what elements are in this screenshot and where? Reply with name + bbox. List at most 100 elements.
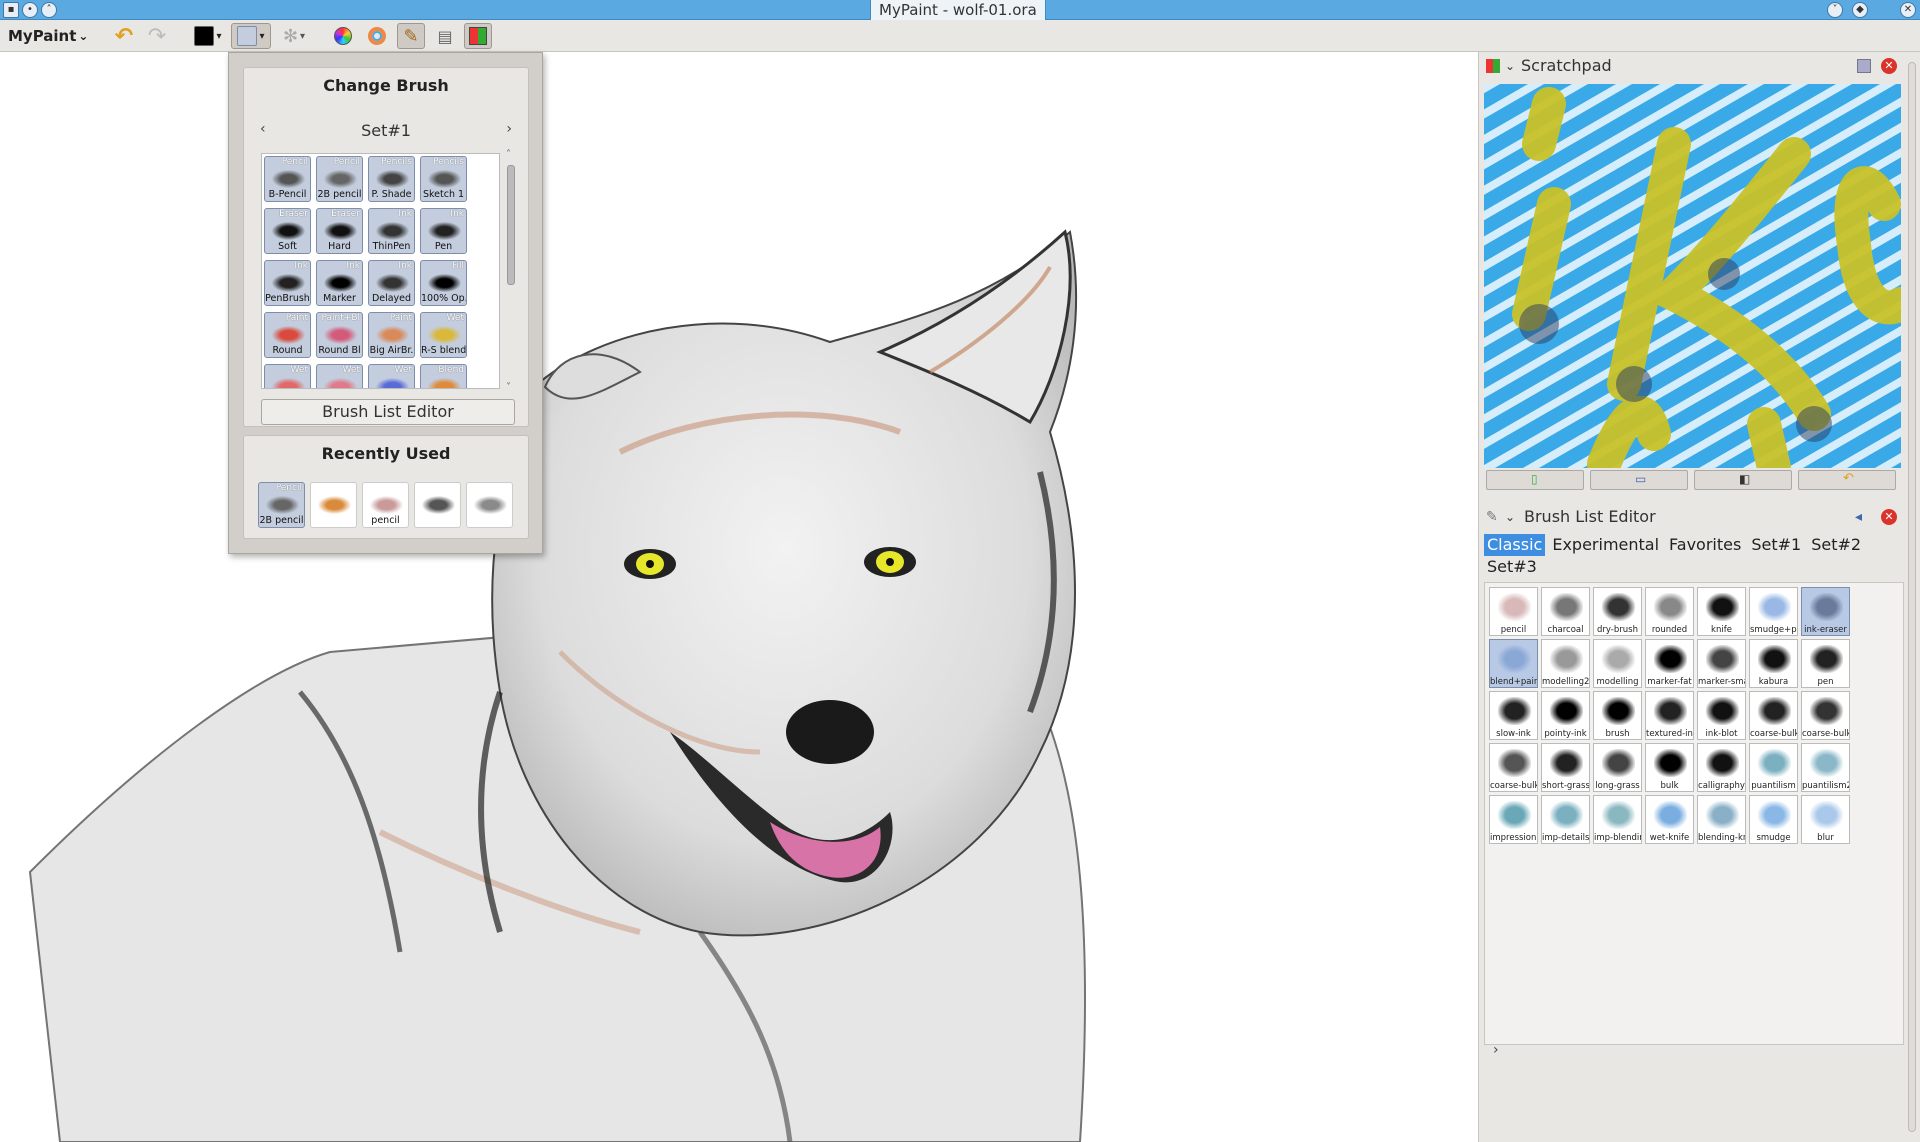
brush-group-tab[interactable]: Classic bbox=[1484, 534, 1546, 556]
brush-list-item[interactable]: rounded bbox=[1645, 587, 1694, 636]
brush-list-item[interactable]: textured-ink bbox=[1645, 691, 1694, 740]
brush-preset-cell[interactable]: Ink PenBrush bbox=[264, 260, 311, 306]
brush-list-item[interactable]: long-grass bbox=[1593, 743, 1642, 792]
scrollbar-thumb[interactable] bbox=[1908, 62, 1916, 1132]
brush-preset-cell[interactable]: Paint Big AirBr. bbox=[368, 312, 415, 358]
brush-list-item[interactable]: calligraphy bbox=[1697, 743, 1746, 792]
next-set-button[interactable]: › bbox=[506, 121, 512, 137]
brush-list-item[interactable]: slow-ink bbox=[1489, 691, 1538, 740]
brush-preset-cell[interactable]: Pencils P. Shade bbox=[368, 156, 415, 202]
brush-preset-cell[interactable]: Eraser Hard bbox=[316, 208, 363, 254]
brush-list-item[interactable]: marker-fat bbox=[1645, 639, 1694, 688]
brush-preset-cell[interactable]: Fill 100% Op. bbox=[420, 260, 467, 306]
brush-group-tab[interactable]: Set#3 bbox=[1484, 556, 1540, 578]
brush-list-item[interactable]: imp-details bbox=[1541, 795, 1590, 844]
brush-preset-cell[interactable]: Eraser Soft bbox=[264, 208, 311, 254]
scratchpad-revert-button[interactable]: ↶ bbox=[1798, 470, 1896, 490]
brush-preset-cell[interactable]: Blend bbox=[420, 364, 467, 388]
app-menu-button[interactable]: MyPaint ⌄ bbox=[8, 23, 88, 49]
hue-ring-button[interactable] bbox=[364, 23, 390, 49]
brush-list-item[interactable]: imp-blending bbox=[1593, 795, 1642, 844]
brush-list-item[interactable]: smudge+paint bbox=[1749, 587, 1798, 636]
brush-list-item[interactable]: ink-blot bbox=[1697, 691, 1746, 740]
brush-preset-cell[interactable]: Pencil B-Pencil bbox=[264, 156, 311, 202]
brush-list-item[interactable]: wet-knife bbox=[1645, 795, 1694, 844]
brush-list-item[interactable]: puantilism2 bbox=[1801, 743, 1850, 792]
brush-list-item[interactable]: pencil bbox=[1489, 587, 1538, 636]
scroll-up-icon[interactable]: ˄ bbox=[506, 149, 511, 160]
brush-preset-cell[interactable]: Pencils Sketch 1 bbox=[420, 156, 467, 202]
recent-brush-cell[interactable] bbox=[414, 482, 461, 528]
window-shade-icon[interactable]: • bbox=[22, 2, 38, 18]
layers-button[interactable]: ▤ bbox=[431, 23, 459, 49]
window-menu-icon[interactable]: ▪ bbox=[3, 2, 19, 18]
brush-settings-button[interactable]: ✻ ▾ bbox=[275, 23, 313, 49]
brush-preset-cell[interactable]: Ink Marker bbox=[316, 260, 363, 306]
brush-list-item[interactable]: knife bbox=[1697, 587, 1746, 636]
prev-set-button[interactable]: ‹ bbox=[260, 121, 266, 137]
recent-brush-cell[interactable]: Pencil 2B pencil bbox=[258, 482, 305, 528]
brush-list-item[interactable]: marker-small bbox=[1697, 639, 1746, 688]
brush-preset-cell[interactable]: Pencil 2B pencil bbox=[316, 156, 363, 202]
brush-list-item[interactable]: bulk bbox=[1645, 743, 1694, 792]
brush-group-tab[interactable]: Set#2 bbox=[1808, 534, 1864, 556]
brush-list-item[interactable]: blur bbox=[1801, 795, 1850, 844]
brush-list-editor-button[interactable]: Brush List Editor bbox=[261, 399, 515, 425]
drawing-canvas[interactable] bbox=[0, 52, 1478, 1142]
brush-list-item[interactable]: modelling2 bbox=[1541, 639, 1590, 688]
expander-button[interactable]: › bbox=[1493, 1042, 1499, 1058]
color-wheel-button[interactable] bbox=[330, 23, 356, 49]
brush-list-item[interactable]: brush bbox=[1593, 691, 1642, 740]
float-panel-icon[interactable] bbox=[1857, 59, 1871, 73]
brush-list-item[interactable]: pointy-ink bbox=[1541, 691, 1590, 740]
brush-group-tab[interactable]: Favorites bbox=[1666, 534, 1744, 556]
scratchpad-new-button[interactable]: ▯ bbox=[1486, 470, 1584, 490]
brush-preset-cell[interactable]: Wet bbox=[264, 364, 311, 388]
brush-list-item[interactable]: blend+paint bbox=[1489, 639, 1538, 688]
window-minimize-icon[interactable]: ˅ bbox=[1827, 2, 1843, 18]
brush-group-tab[interactable]: Set#1 bbox=[1748, 534, 1804, 556]
scroll-down-icon[interactable]: ˅ bbox=[506, 382, 511, 393]
chevron-down-icon[interactable]: ⌄ bbox=[1505, 505, 1515, 529]
scratchpad-toggle-button[interactable] bbox=[464, 23, 492, 49]
brush-list-item[interactable]: pen bbox=[1801, 639, 1850, 688]
brush-list-item[interactable]: kabura bbox=[1749, 639, 1798, 688]
brush-preset-cell[interactable]: Wet bbox=[316, 364, 363, 388]
undo-button[interactable]: ↶ bbox=[110, 23, 138, 49]
brush-list-item[interactable]: blending-knife bbox=[1697, 795, 1746, 844]
brush-list-item[interactable]: puantilism bbox=[1749, 743, 1798, 792]
brush-list-item[interactable]: ink-eraser bbox=[1801, 587, 1850, 636]
brush-list-item[interactable]: charcoal bbox=[1541, 587, 1590, 636]
brush-preset-cell[interactable]: Ink ThinPen bbox=[368, 208, 415, 254]
chevron-down-icon[interactable]: ⌄ bbox=[1505, 54, 1515, 78]
recent-brush-cell[interactable] bbox=[310, 482, 357, 528]
brush-preset-cell[interactable]: Wet bbox=[368, 364, 415, 388]
dock-panel-icon[interactable]: ◂ bbox=[1855, 505, 1862, 529]
scratchpad-save-button[interactable]: ◧ bbox=[1694, 470, 1792, 490]
recent-brush-cell[interactable] bbox=[466, 482, 513, 528]
window-keep-above-icon[interactable]: ˄ bbox=[41, 2, 57, 18]
brush-list-item[interactable]: coarse-bulk-2 bbox=[1801, 691, 1850, 740]
brush-preset-cell[interactable]: Wet R-S blend bbox=[420, 312, 467, 358]
brush-preset-cell[interactable]: Paint Round bbox=[264, 312, 311, 358]
redo-button[interactable]: ↷ bbox=[143, 23, 171, 49]
brush-list-item[interactable]: short-grass bbox=[1541, 743, 1590, 792]
scratchpad-open-button[interactable]: ▭ bbox=[1590, 470, 1688, 490]
brush-group-tab[interactable]: Experimental bbox=[1549, 534, 1662, 556]
brush-preset-cell[interactable]: Ink Pen bbox=[420, 208, 467, 254]
window-maximize-icon[interactable]: ◆ bbox=[1852, 2, 1868, 18]
window-close-icon[interactable]: ✕ bbox=[1900, 2, 1916, 18]
brush-list-item[interactable]: impressionism bbox=[1489, 795, 1538, 844]
brush-list-item[interactable]: smudge bbox=[1749, 795, 1798, 844]
close-icon[interactable]: ✕ bbox=[1881, 509, 1897, 525]
color-picker-button[interactable]: ▾ bbox=[188, 23, 228, 49]
brush-list-item[interactable]: coarse-bulk-1 bbox=[1489, 743, 1538, 792]
recent-brush-cell[interactable]: pencil bbox=[362, 482, 409, 528]
brush-list-item[interactable]: modelling bbox=[1593, 639, 1642, 688]
brush-preset-cell[interactable]: Paint+Bl Round Bl bbox=[316, 312, 363, 358]
scrollbar-thumb[interactable] bbox=[507, 165, 515, 285]
close-icon[interactable]: ✕ bbox=[1881, 58, 1897, 74]
scratchpad-canvas[interactable] bbox=[1484, 84, 1901, 468]
brush-editor-button[interactable]: ✎ bbox=[397, 23, 425, 49]
brush-list-item[interactable]: coarse-bulk-3 bbox=[1749, 691, 1798, 740]
